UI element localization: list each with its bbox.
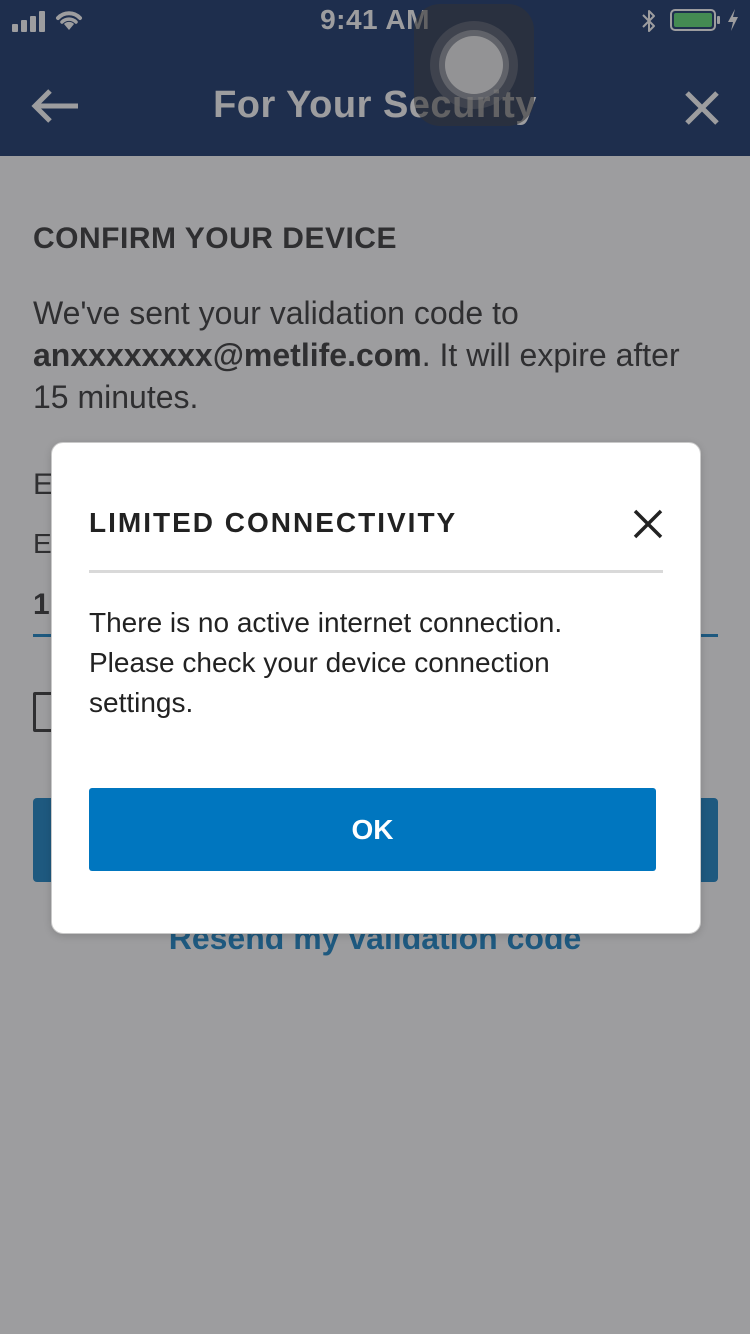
close-icon[interactable] bbox=[633, 509, 663, 539]
dialog-message: There is no active internet connection. … bbox=[89, 607, 563, 718]
dialog-divider bbox=[89, 570, 663, 573]
ok-button[interactable]: OK bbox=[89, 788, 656, 871]
limited-connectivity-dialog: LIMITED CONNECTIVITY There is no active … bbox=[51, 442, 701, 934]
dialog-title: LIMITED CONNECTIVITY bbox=[89, 507, 458, 538]
